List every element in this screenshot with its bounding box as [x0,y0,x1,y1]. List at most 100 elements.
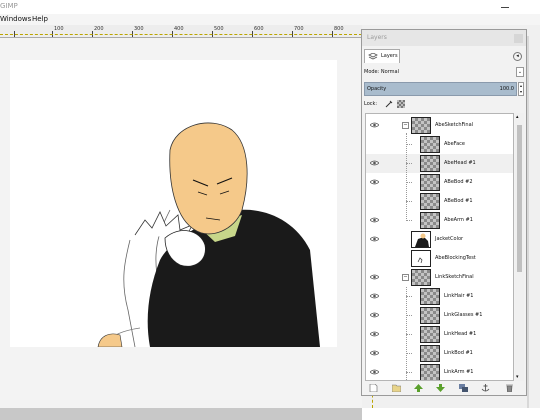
horizontal-ruler: 100 200 300 400 500 600 700 800 [0,25,362,38]
layer-thumbnail [420,193,440,210]
artwork-image [97,122,320,347]
eye-icon[interactable] [370,122,379,128]
eye-icon[interactable] [370,293,379,299]
opacity-spinner[interactable]: ▴ ▾ [518,82,524,96]
layer-thumbnail [420,345,440,362]
layer-thumbnail [411,269,431,286]
layer-row[interactable]: JacketColor [366,230,513,249]
layer-thumbnail [411,117,431,134]
layer-name: AbeHead #1 [444,160,476,166]
collapse-icon[interactable]: − [402,122,409,129]
layers-list: − AbeSketchFinal AbeFace AbeHead #1 ABeB… [365,113,514,381]
layer-name: LinkArm #1 [444,369,474,375]
layer-thumbnail [420,364,440,380]
eye-icon[interactable] [370,331,379,337]
app-title: GIMP [0,2,18,10]
lock-alpha-icon[interactable] [397,100,405,108]
layer-name: ABeBod #1 [444,198,473,204]
delete-layer-icon[interactable] [505,384,514,392]
layer-row[interactable]: ABeBod #1 [366,192,513,211]
layer-row[interactable]: AbeFace [366,135,513,154]
eye-icon[interactable] [370,236,379,242]
eye-icon[interactable] [370,369,379,375]
layer-thumbnail [420,288,440,305]
layers-scrollbar[interactable]: ▴ ▾ [515,113,524,381]
lower-layer-icon[interactable] [436,384,445,392]
dock-title: Layers [367,34,387,41]
raise-layer-icon[interactable] [414,384,423,392]
collapse-icon[interactable]: − [402,274,409,281]
layers-icon [368,53,378,60]
layer-name: AbeFace [444,141,465,147]
layer-row[interactable]: LinkArm #1 [366,363,513,380]
opacity-label: Opacity [367,86,387,92]
dock-close-button[interactable] [514,34,523,43]
eye-icon[interactable] [370,312,379,318]
lock-label: Lock: [364,101,378,107]
ruler-label: 300 [134,26,144,32]
layer-name: LinkSketchFinal [435,274,474,280]
new-group-icon[interactable] [392,384,401,392]
window-titlebar: GIMP [0,0,540,14]
layer-thumbnail [411,231,431,248]
layer-thumbnail [420,174,440,191]
ruler-label: 200 [94,26,104,32]
duplicate-layer-icon[interactable] [459,384,468,392]
eye-icon[interactable] [370,160,379,166]
lock-pixels-icon[interactable] [385,100,393,108]
layer-row[interactable]: ABeBod #2 [366,173,513,192]
status-gap [362,408,540,420]
layer-name: AbeArm #1 [444,217,473,223]
window-edge [527,36,529,408]
layer-thumbnail [420,326,440,343]
layers-toolbar [362,381,526,395]
layer-row[interactable]: AbeBlockingTest [366,249,513,268]
ruler-label: 600 [254,26,264,32]
layer-name: AbeBlockingTest [435,255,476,261]
layer-row[interactable]: − LinkSketchFinal [366,268,513,287]
layer-thumbnail [411,250,431,267]
layer-row[interactable]: LinkHead #1 [366,325,513,344]
layer-row[interactable]: LinkHair #1 [366,287,513,306]
eye-icon[interactable] [370,350,379,356]
scroll-down-icon[interactable]: ▾ [516,374,519,380]
tab-layers-label: Layers [381,53,398,59]
scroll-up-icon[interactable]: ▴ [516,114,519,120]
menubar: Windows Help [0,14,540,25]
layer-row[interactable]: LinkBod #1 [366,344,513,363]
layer-row[interactable]: AbeArm #1 [366,211,513,230]
new-layer-icon[interactable] [369,384,378,392]
opacity-value: 100.0 [499,86,514,92]
layer-name: LinkHead #1 [444,331,477,337]
menu-windows[interactable]: Windows [0,15,31,23]
layer-name: LinkGlasses #1 [444,312,483,318]
tab-layers[interactable]: Layers [364,49,400,63]
ruler-label: 100 [54,26,64,32]
eye-icon[interactable] [370,179,379,185]
chevron-down-icon[interactable]: ⌄ [516,67,524,77]
eye-icon[interactable] [370,274,379,280]
ruler-label: 400 [174,26,184,32]
layer-thumbnail [420,136,440,153]
image-canvas[interactable] [10,60,337,347]
layer-thumbnail [420,155,440,172]
layer-name: LinkHair #1 [444,293,474,299]
opacity-slider[interactable]: Opacity 100.0 [364,82,517,96]
layer-name: LinkBod #1 [444,350,473,356]
layer-row[interactable]: AbeHead #1 [366,154,513,173]
eye-icon[interactable] [370,217,379,223]
layer-thumbnail [420,307,440,324]
scrollbar-thumb[interactable] [517,125,522,272]
mode-selector[interactable]: Mode: Normal ⌄ [364,67,524,78]
minimize-button[interactable] [500,2,510,11]
layer-row[interactable]: LinkGlasses #1 [366,306,513,325]
layers-dock: Layers Layers ◂ Mode: Normal ⌄ Opacity 1… [361,29,527,396]
tab-menu-icon[interactable]: ◂ [513,52,522,61]
anchor-layer-icon[interactable] [481,384,490,392]
layer-name: AbeSketchFinal [435,122,474,128]
status-bar [0,408,540,420]
menu-help[interactable]: Help [32,15,48,23]
ruler-label: 800 [334,26,344,32]
layer-row[interactable]: − AbeSketchFinal [366,116,513,135]
dock-titlebar[interactable]: Layers [362,30,526,46]
